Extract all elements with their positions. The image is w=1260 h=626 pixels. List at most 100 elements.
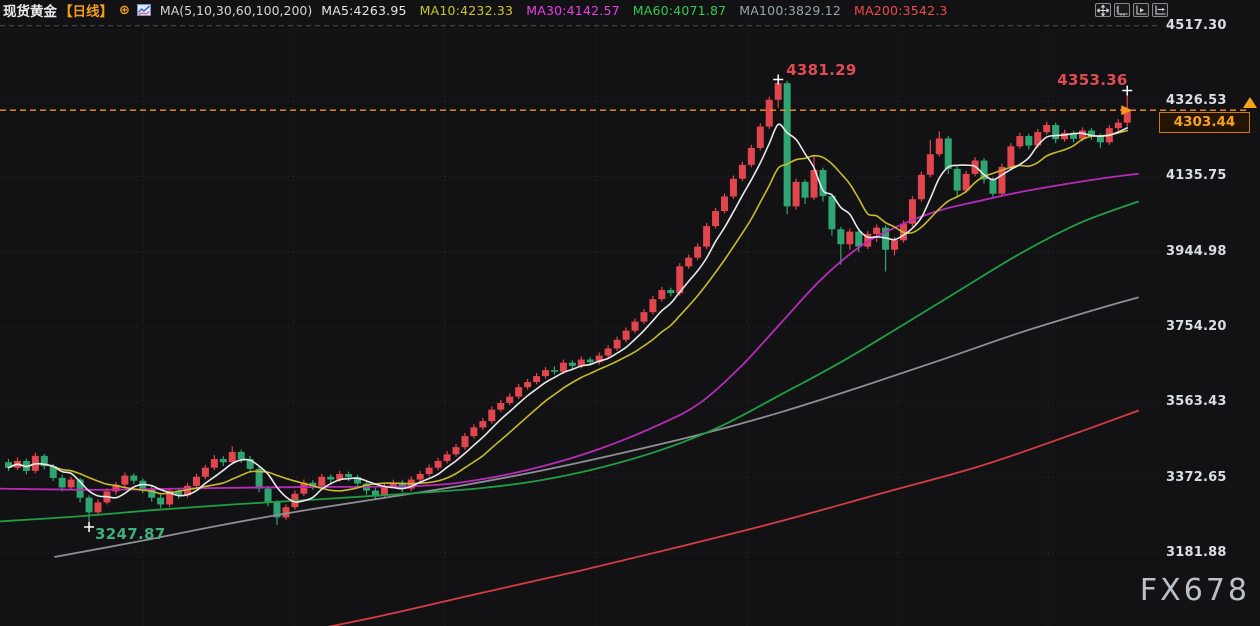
candle xyxy=(130,476,137,481)
axis-tick-label: 3372.65 xyxy=(1166,470,1246,485)
candle xyxy=(685,258,692,267)
candle xyxy=(667,290,674,293)
candle xyxy=(479,421,486,427)
add-indicator-icon[interactable]: ⊕ xyxy=(119,3,130,18)
candle xyxy=(372,491,379,496)
watermark: FX678 xyxy=(1140,573,1250,608)
ma-legend-value: MA30:4142.57 xyxy=(526,3,620,18)
ma-config-label[interactable]: MA(5,10,30,60,100,200) xyxy=(160,3,312,18)
annotation-window-low: 3247.87 xyxy=(95,525,165,543)
candle xyxy=(784,83,791,206)
scroll-to-latest-button[interactable] xyxy=(1152,3,1168,17)
ma-line-ma200 xyxy=(283,411,1138,626)
candle xyxy=(766,100,773,127)
candle xyxy=(1052,125,1059,139)
candle xyxy=(837,229,844,244)
play-to-right-button[interactable] xyxy=(1133,3,1149,17)
axis-tick-label: 3944.98 xyxy=(1166,244,1246,259)
candle xyxy=(632,322,639,331)
candle xyxy=(828,196,835,229)
candle xyxy=(542,370,549,376)
candle xyxy=(712,211,719,226)
candle xyxy=(533,376,540,382)
candle xyxy=(1097,136,1104,142)
candle xyxy=(453,447,460,454)
ma-legend-value: MA5:4263.95 xyxy=(321,3,406,18)
timeframe-label[interactable]: 【日线】 xyxy=(59,0,113,20)
candle xyxy=(515,387,522,396)
candle xyxy=(614,340,621,349)
pan-crosshair-button[interactable] xyxy=(1095,3,1111,17)
chart-header: 现货黄金 【日线】 ⊕ MA(5,10,30,60,100,200) MA5:4… xyxy=(3,0,948,20)
candle xyxy=(238,452,245,459)
candle xyxy=(560,363,567,372)
candle xyxy=(488,410,495,421)
axis-tick-label: 4517.30 xyxy=(1166,18,1246,33)
candle xyxy=(229,452,236,462)
ma-legend-value: MA10:4232.33 xyxy=(420,3,514,18)
ma-lines-layer xyxy=(0,124,1138,626)
candle xyxy=(327,477,334,480)
candle xyxy=(569,363,576,366)
candle xyxy=(658,290,665,299)
candle xyxy=(846,232,853,245)
axis-tick-label: 4135.75 xyxy=(1166,168,1246,183)
fit-axes-button[interactable] xyxy=(1114,3,1130,17)
candle xyxy=(1115,123,1122,129)
candle xyxy=(990,179,997,193)
candle xyxy=(470,427,477,436)
candle xyxy=(927,154,934,175)
candle xyxy=(461,436,468,447)
ma-legend-value: MA100:3829.12 xyxy=(739,3,841,18)
candle xyxy=(435,461,442,468)
symbol-name: 现货黄金 xyxy=(3,0,57,20)
chart-type-icon[interactable] xyxy=(137,1,151,20)
ma-legend-value: MA200:3542.3 xyxy=(854,3,948,18)
candle xyxy=(739,165,746,179)
candle xyxy=(444,454,451,461)
price-chart-canvas[interactable] xyxy=(0,0,1260,626)
candle xyxy=(891,240,898,249)
candle xyxy=(1007,146,1014,167)
candle xyxy=(524,382,531,387)
candle xyxy=(417,474,424,480)
chart-toolbar xyxy=(1095,3,1168,17)
candle xyxy=(121,476,128,485)
annotation-session-high: 4381.29 xyxy=(786,61,856,79)
candle xyxy=(936,138,943,154)
trading-chart-window: 现货黄金 【日线】 ⊕ MA(5,10,30,60,100,200) MA5:4… xyxy=(0,0,1260,626)
candle xyxy=(855,232,862,247)
candle xyxy=(59,478,66,487)
candle xyxy=(802,182,809,198)
candle xyxy=(68,480,75,488)
axis-tick-label: 3563.43 xyxy=(1166,394,1246,409)
candle xyxy=(426,468,433,474)
ma-legend-value: MA60:4071.87 xyxy=(633,3,727,18)
candle xyxy=(202,468,209,477)
candle xyxy=(918,175,925,199)
last-price-box: 4303.44 xyxy=(1159,112,1250,133)
candle xyxy=(721,196,728,211)
candle xyxy=(694,247,701,258)
annotation-recent-high: 4353.36 xyxy=(1057,71,1127,89)
extreme-cross-icon xyxy=(84,522,94,532)
extreme-cross-icon xyxy=(773,74,783,84)
price-up-arrow-icon xyxy=(1243,97,1257,108)
candle xyxy=(1043,125,1050,132)
candle xyxy=(220,459,227,462)
candle xyxy=(775,83,782,100)
candle xyxy=(497,403,504,410)
ma-legend: MA5:4263.95 MA10:4232.33 MA30:4142.57 MA60:… xyxy=(321,3,947,18)
candle xyxy=(623,331,630,340)
candle xyxy=(551,370,558,372)
candle xyxy=(193,477,200,486)
ma-line-ma30 xyxy=(0,174,1138,490)
ma-line-ma60 xyxy=(0,202,1138,522)
candle xyxy=(605,348,612,355)
candle xyxy=(703,226,710,247)
candle xyxy=(1016,136,1023,146)
candle xyxy=(873,228,880,234)
candle xyxy=(345,474,352,477)
candle xyxy=(730,179,737,197)
axis-tick-label: 3181.88 xyxy=(1166,545,1246,560)
